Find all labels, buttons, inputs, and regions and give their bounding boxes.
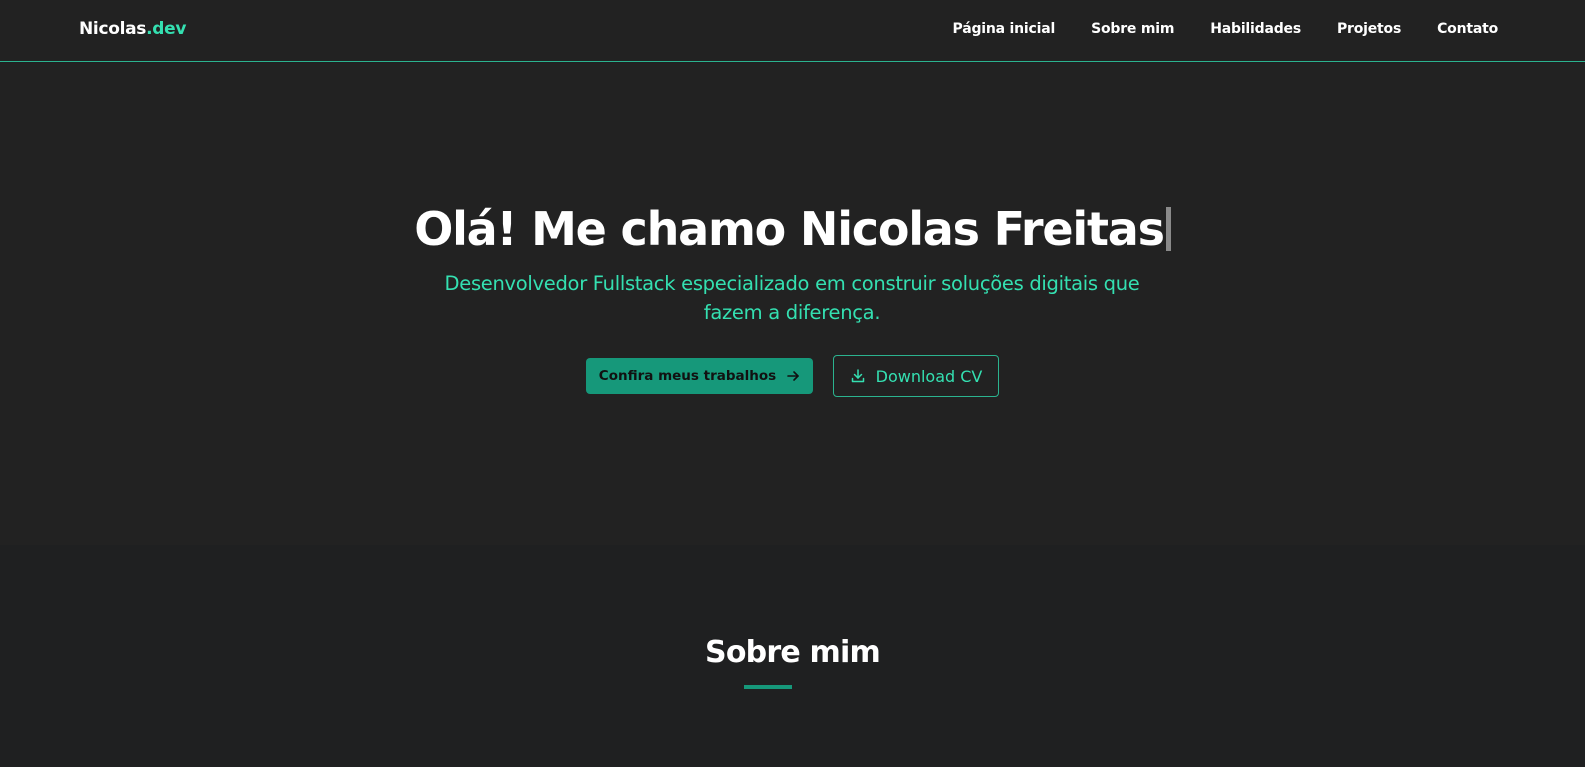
about-title: Sobre mim [705, 635, 881, 670]
nav-link-projects[interactable]: Projetos [1337, 21, 1401, 37]
hero-section: Olá! Me chamo Nicolas Freitas Desenvolve… [0, 63, 1585, 545]
site-logo[interactable]: Nicolas.dev [79, 19, 186, 39]
hero-title-text: Olá! Me chamo Nicolas Freitas [414, 202, 1165, 256]
hero-title: Olá! Me chamo Nicolas Freitas [0, 202, 1585, 256]
logo-name: Nicolas [79, 19, 147, 39]
about-title-underline [744, 685, 792, 689]
download-icon [850, 368, 866, 384]
navbar: Nicolas.dev Página inicial Sobre mim Hab… [0, 0, 1585, 62]
hero-subtitle: Desenvolvedor Fullstack especializado em… [444, 272, 1140, 324]
nav-link-home[interactable]: Página inicial [953, 21, 1056, 37]
download-cv-button[interactable]: Download CV [833, 355, 999, 397]
typing-cursor [1165, 207, 1171, 251]
logo-suffix: .dev [146, 19, 187, 39]
view-projects-label: Confira meus trabalhos [598, 368, 777, 384]
nav-link-skills[interactable]: Habilidades [1210, 21, 1301, 37]
nav-menu: Página inicial Sobre mim Habilidades Pro… [953, 21, 1499, 37]
about-section: Sobre mim [0, 545, 1585, 767]
download-cv-label: Download CV [875, 366, 983, 386]
nav-link-about[interactable]: Sobre mim [1091, 21, 1174, 37]
nav-link-contact[interactable]: Contato [1437, 21, 1498, 37]
arrow-right-icon [786, 369, 800, 383]
view-projects-button[interactable]: Confira meus trabalhos [586, 358, 813, 394]
